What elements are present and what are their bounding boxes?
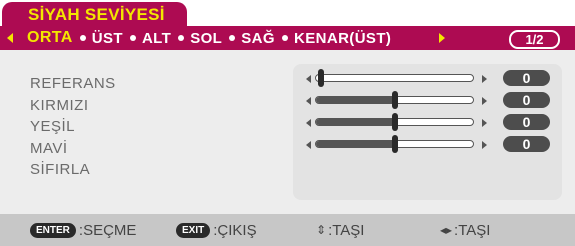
decrease-arrow-icon[interactable] [306,141,311,149]
slider-value: 0 [503,114,550,130]
footer-enter: ENTER :SEÇME [30,214,136,246]
footer-enter-label: :SEÇME [78,221,137,239]
slider-row[interactable]: 0 [293,69,562,87]
reset-item[interactable]: SİFIRLA [30,161,116,183]
slider-fill [316,119,395,125]
tab-separator-dot-icon [229,35,236,41]
subtab-list: ORTA ÜST ALT SOL SAĞ KENAR(ÜST) [27,26,391,50]
setting-label-referans[interactable]: REFERANS [30,75,116,97]
black-level-menu: SİYAH SEVİYESİ ORTA ÜST ALT SOL SAĞ KENAR(ÜST… [0,0,575,246]
subtab-bar: ORTA ÜST ALT SOL SAĞ KENAR(ÜST) 1/2 [0,26,575,50]
increase-arrow-icon[interactable] [482,141,487,149]
subtab-3[interactable]: SOL [190,30,222,47]
slider-row[interactable]: 0 [293,135,562,153]
footer-exit-label: :ÇIKIŞ [213,221,257,239]
increase-arrow-icon[interactable] [482,75,487,83]
tab-separator-dot-icon [178,35,185,41]
exit-key-icon: EXIT [176,222,211,238]
tab-separator-dot-icon [129,35,136,41]
slider-knob[interactable] [318,69,324,87]
footer-exit: EXIT :ÇIKIŞ [176,214,257,246]
setting-label-mavi[interactable]: MAVİ [30,140,116,162]
tab-separator-dot-icon [281,35,288,41]
slider-value: 0 [503,136,550,152]
title-strip: SİYAH SEVİYESİ [0,0,575,28]
tab-right-arrow-icon[interactable] [439,33,445,43]
subtab-5[interactable]: KENAR(ÜST) [294,30,391,47]
leftright-arrows-icon: ◂▸ [440,223,453,237]
decrease-arrow-icon[interactable] [306,97,311,105]
tab-separator-dot-icon [79,35,86,41]
decrease-arrow-icon[interactable] [306,119,311,127]
footer-updown-label: :TAŞI [328,221,365,239]
slider-value: 0 [503,70,550,86]
increase-arrow-icon[interactable] [482,97,487,105]
setting-label-kirmizi[interactable]: KIRMIZI [30,97,116,119]
setting-label-yesil[interactable]: YEŞİL [30,118,116,140]
enter-key-icon: ENTER [30,222,76,238]
subtab-0[interactable]: ORTA [27,29,73,47]
slider-fill [316,141,395,147]
slider-track[interactable] [315,74,474,82]
page-indicator: 1/2 [509,30,560,49]
decrease-arrow-icon[interactable] [306,75,311,83]
footer-leftright: ◂▸ :TAŞI [440,214,490,246]
slider-knob[interactable] [391,113,398,131]
footer-leftright-label: :TAŞI [454,221,491,239]
slider-value: 0 [503,92,550,108]
tab-left-arrow-icon[interactable] [7,33,13,43]
subtab-4[interactable]: SAĞ [241,30,275,47]
slider-knob[interactable] [391,135,398,153]
subtab-1[interactable]: ÜST [92,30,123,47]
subtab-2[interactable]: ALT [142,30,171,47]
slider-row[interactable]: 0 [293,113,562,131]
footer-updown: ⇕ :TAŞI [316,214,364,246]
slider-fill [316,97,395,103]
slider-area: 0 0 0 0 [293,64,562,200]
settings-labels: REFERANS KIRMIZI YEŞİL MAVİ SİFIRLA [30,75,116,183]
updown-arrows-icon: ⇕ [316,223,327,237]
footer-help-bar: ENTER :SEÇME EXIT :ÇIKIŞ ⇕ :TAŞI ◂▸ :TAŞ… [0,214,575,246]
menu-title-tab[interactable]: SİYAH SEVİYESİ [2,2,187,28]
slider-row[interactable]: 0 [293,91,562,109]
slider-knob[interactable] [391,91,398,109]
increase-arrow-icon[interactable] [482,119,487,127]
